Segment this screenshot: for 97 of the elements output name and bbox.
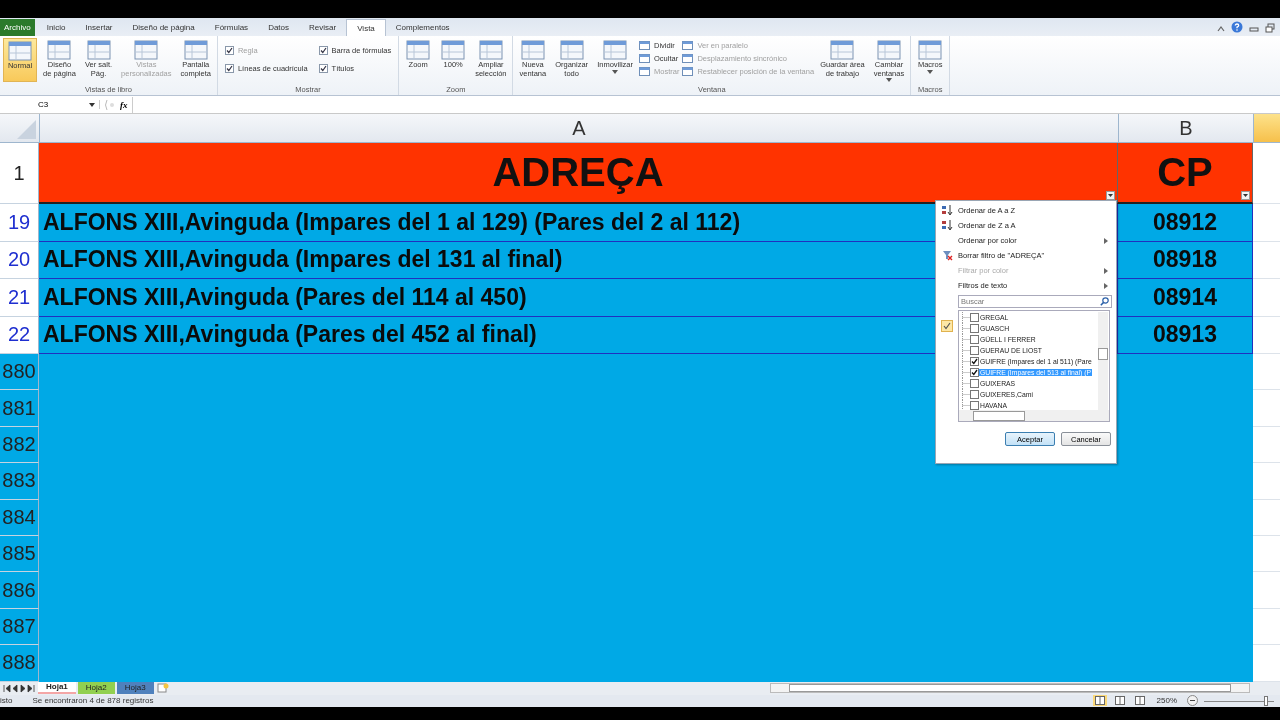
ribbon-tab[interactable]: Fórmulas bbox=[204, 19, 259, 36]
row-number[interactable]: 20 bbox=[0, 241, 39, 279]
window-icon bbox=[829, 39, 856, 61]
status-text: isto bbox=[0, 696, 13, 705]
sheet-tab[interactable]: Hoja3 bbox=[116, 682, 154, 694]
checkbox[interactable] bbox=[970, 401, 979, 410]
submenu-arrow-icon bbox=[1104, 282, 1108, 289]
ribbon-tab[interactable]: Vista bbox=[346, 19, 386, 36]
window-icon bbox=[875, 39, 902, 61]
row-number[interactable]: 885 bbox=[0, 535, 39, 573]
row-number[interactable]: 19 bbox=[0, 204, 39, 242]
window-icon bbox=[682, 41, 694, 50]
help-icon[interactable] bbox=[1231, 21, 1243, 33]
window-icon bbox=[519, 39, 546, 61]
filter-button[interactable] bbox=[1106, 191, 1115, 200]
zoom-level[interactable]: 250% bbox=[1156, 696, 1177, 705]
window-icon bbox=[7, 40, 33, 62]
checkbox-icon bbox=[318, 46, 328, 55]
zoom-slider[interactable] bbox=[1263, 695, 1268, 706]
checkbox[interactable] bbox=[970, 346, 979, 355]
header-cell: ADREÇA bbox=[39, 143, 1118, 204]
window-icon bbox=[682, 54, 694, 63]
minimize-icon[interactable] bbox=[1249, 25, 1259, 33]
window-icon bbox=[182, 39, 209, 61]
horizontal-scrollbar[interactable] bbox=[770, 683, 1250, 693]
window-icon bbox=[638, 41, 650, 50]
window-icon bbox=[917, 39, 944, 61]
row-number[interactable]: 882 bbox=[0, 426, 39, 464]
row-number[interactable]: 1 bbox=[0, 143, 39, 204]
zoom-out-icon[interactable] bbox=[1187, 695, 1198, 706]
search-icon bbox=[1100, 297, 1109, 306]
ribbon-tab[interactable]: Insertar bbox=[75, 19, 123, 36]
ribbon-tab[interactable]: Complementos bbox=[385, 19, 460, 36]
checkbox-icon bbox=[224, 64, 234, 73]
ribbon-tab[interactable]: Diseño de página bbox=[122, 19, 205, 36]
window-icon bbox=[558, 39, 585, 61]
column-header[interactable]: A bbox=[39, 114, 1118, 142]
sheet-tab[interactable]: Hoja1 bbox=[38, 682, 76, 694]
clear-filter-icon bbox=[941, 250, 953, 261]
window-icon bbox=[405, 39, 432, 61]
view-icon[interactable] bbox=[1132, 695, 1147, 706]
row-number[interactable]: 880 bbox=[0, 354, 39, 391]
checkbox[interactable] bbox=[970, 379, 979, 388]
table-cell: 08912 bbox=[1118, 204, 1253, 242]
sort-icon bbox=[941, 205, 953, 216]
ribbon-tab[interactable]: Inicio bbox=[36, 19, 76, 36]
caret-icon[interactable] bbox=[89, 102, 95, 107]
view-icon[interactable] bbox=[1112, 695, 1127, 706]
row-number[interactable]: 887 bbox=[0, 608, 39, 646]
checkbox[interactable] bbox=[970, 335, 979, 344]
caret-icon bbox=[885, 78, 892, 82]
caret-icon bbox=[927, 69, 934, 74]
checkbox[interactable] bbox=[970, 390, 979, 399]
view-icon[interactable] bbox=[1092, 695, 1107, 706]
checkbox[interactable] bbox=[970, 368, 979, 377]
submenu-arrow-icon bbox=[1104, 237, 1108, 244]
checkbox-icon bbox=[224, 46, 234, 55]
window-icon bbox=[440, 39, 467, 61]
ribbon-tab[interactable]: Datos bbox=[258, 19, 300, 36]
row-number[interactable]: 888 bbox=[0, 645, 39, 682]
table-cell: 08913 bbox=[1118, 316, 1253, 354]
checkbox[interactable] bbox=[970, 324, 979, 333]
row-number[interactable]: 883 bbox=[0, 463, 39, 500]
caret-icon bbox=[612, 69, 619, 74]
row-number[interactable]: 884 bbox=[0, 499, 39, 536]
window-icon bbox=[638, 54, 650, 63]
row-number[interactable]: 886 bbox=[0, 572, 39, 609]
formula-buttons-icon bbox=[104, 98, 116, 111]
window-icon bbox=[85, 39, 112, 61]
table-cell: 08914 bbox=[1118, 279, 1253, 317]
insert-function-button[interactable]: fx bbox=[120, 99, 128, 110]
header-cell: CP bbox=[1118, 143, 1253, 204]
row-number[interactable]: 881 bbox=[0, 390, 39, 427]
checkbox-icon bbox=[318, 64, 328, 73]
window-icon bbox=[682, 67, 694, 76]
row-number[interactable]: 22 bbox=[0, 316, 39, 354]
sheet-nav-icon[interactable] bbox=[2, 683, 36, 693]
row-number[interactable]: 21 bbox=[0, 279, 39, 317]
filter-button[interactable] bbox=[1241, 191, 1250, 200]
checkbox[interactable] bbox=[970, 313, 979, 322]
window-icon bbox=[602, 39, 629, 61]
horizontal-scrollbar[interactable] bbox=[959, 410, 1109, 421]
vertical-scrollbar[interactable] bbox=[1098, 312, 1108, 410]
window-icon bbox=[638, 67, 650, 76]
name-box[interactable]: C3 bbox=[0, 100, 100, 109]
restore-icon[interactable] bbox=[1265, 23, 1275, 33]
ribbon-tab[interactable]: Archivo bbox=[0, 19, 35, 36]
window-icon bbox=[46, 39, 73, 61]
ribbon-tab[interactable]: Revisar bbox=[299, 19, 347, 36]
sort-icon bbox=[941, 220, 953, 231]
status-text: Se encontraron 4 de 878 registros bbox=[32, 696, 154, 705]
window-icon bbox=[477, 39, 504, 61]
window-icon bbox=[133, 39, 160, 61]
submenu-arrow-icon bbox=[1104, 267, 1108, 274]
table-cell: 08918 bbox=[1118, 241, 1253, 279]
checkbox[interactable] bbox=[970, 357, 979, 366]
sheet-tab[interactable]: Hoja2 bbox=[77, 682, 115, 694]
